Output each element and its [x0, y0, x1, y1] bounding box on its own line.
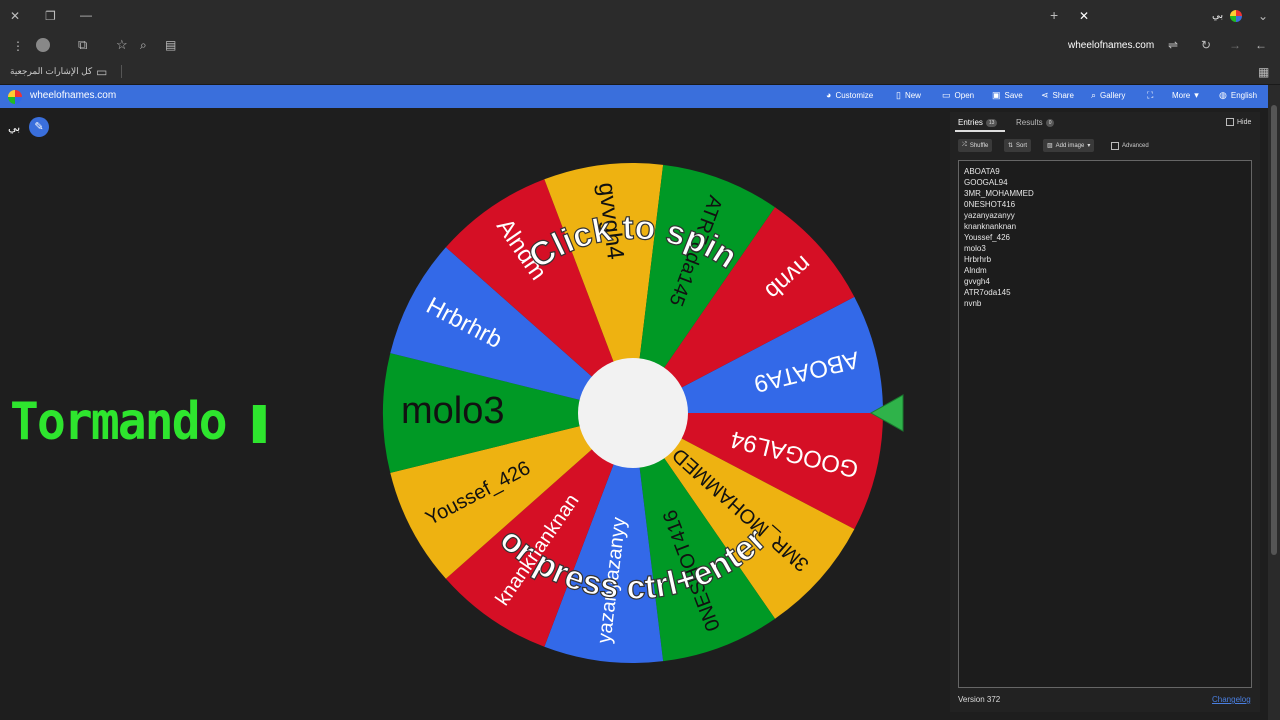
menu-more[interactable]: More ▾ — [1172, 90, 1199, 101]
hide-checkbox[interactable] — [1226, 118, 1234, 126]
hide-toggle[interactable]: Hide — [1226, 118, 1251, 126]
entries-list: ABOATA9 GOOGAL94 3MR_MOHAMMED 0NESHOT416 yaz… — [959, 161, 1251, 309]
tab-entries-underline — [955, 130, 1005, 132]
share-icon: ⋖ — [1041, 90, 1049, 100]
new-tab-icon[interactable]: + — [1050, 8, 1058, 22]
menu-gallery[interactable]: ⌕ Gallery — [1091, 90, 1125, 101]
advanced-toggle[interactable]: Advanced — [1111, 142, 1149, 150]
entry-item: ABOATA9 — [964, 167, 1000, 176]
page-scrollbar[interactable] — [1268, 85, 1280, 720]
browser-toolbar: ⋮ ⧉ ☆ ⌕ ▤ wheelofnames.com ⇌ ↻ → ← — [0, 32, 1280, 60]
wheel-title: بي — [8, 122, 21, 134]
entry-item: Youssef_426 — [964, 233, 1010, 242]
folder-icon: ▭ — [96, 65, 108, 79]
menu-open[interactable]: ▭ Open — [942, 90, 974, 101]
save-icon: ▣ — [992, 90, 1001, 100]
bookmarks-bar: كل الإشارات المرجعية ▭ ▦ — [0, 60, 1280, 85]
sort-button[interactable]: ⇅ Sort — [1004, 139, 1032, 152]
tab-entries[interactable]: Entries 13 — [958, 118, 998, 127]
wheel-of-names[interactable]: ABOATA9GOOGAL943MR_MOHAMMED0NESHOT416yaz… — [350, 160, 930, 670]
entry-item: yazanyazanyy — [964, 211, 1015, 220]
version-label: Version 372 — [958, 695, 1001, 704]
menu-language[interactable]: ◍ English — [1219, 90, 1257, 101]
tab-search-icon[interactable]: ⌄ — [1258, 9, 1268, 23]
forward-icon[interactable]: → — [1229, 38, 1241, 52]
entry-item: nvnb — [964, 299, 982, 308]
menu-share[interactable]: ⋖ Share — [1041, 90, 1074, 101]
globe-icon: ◍ — [1219, 90, 1227, 100]
menu-fullscreen[interactable]: ⛶ — [1147, 90, 1153, 101]
reload-icon[interactable]: ↻ — [1201, 38, 1211, 52]
site-settings-icon[interactable]: ⇌ — [1168, 38, 1178, 52]
translate-icon[interactable]: ▤ — [165, 38, 176, 52]
restore-window-icon[interactable]: ❐ — [45, 9, 56, 23]
image-icon: ▨ — [1047, 143, 1053, 149]
sort-icon: ⇅ — [1008, 143, 1014, 149]
overlay-text: Tormando — [10, 392, 266, 452]
entries-textarea[interactable]: ABOATA9 GOOGAL94 3MR_MOHAMMED 0NESHOT416 yaz… — [958, 160, 1252, 688]
site-name[interactable]: wheelofnames.com — [30, 90, 116, 101]
zoom-icon[interactable]: ⌕ — [140, 38, 147, 52]
advanced-checkbox[interactable] — [1111, 142, 1119, 150]
edit-title-icon[interactable]: ✎ — [29, 117, 49, 137]
entry-item: molo3 — [964, 244, 986, 253]
favicon-icon — [1230, 10, 1242, 22]
dropdown-arrow-icon: ▾ — [1087, 143, 1091, 149]
all-bookmarks-label[interactable]: كل الإشارات المرجعية — [10, 66, 92, 77]
entry-item: GOOGAL94 — [964, 178, 1008, 187]
cursor-block — [252, 405, 266, 443]
site-logo-icon — [8, 90, 22, 104]
wheel-segment-label: molo3 — [401, 390, 505, 432]
star-icon[interactable]: ☆ — [116, 38, 128, 52]
menu-customize[interactable]: ◕ Customize — [826, 90, 873, 100]
entry-item: Hrbrhrb — [964, 255, 992, 264]
wheel-center-hub[interactable] — [578, 358, 688, 468]
scrollbar-thumb[interactable] — [1271, 105, 1277, 555]
extensions-icon[interactable]: ⧉ — [78, 38, 87, 52]
apps-grid-icon[interactable]: ▦ — [1258, 65, 1269, 79]
app-navbar: wheelofnames.com — [0, 85, 1268, 108]
chevron-down-icon: ▾ — [1194, 90, 1199, 100]
minimize-window-icon[interactable]: — — [80, 8, 92, 22]
entry-item: ATR7oda145 — [964, 288, 1011, 297]
entries-count-badge: 13 — [985, 118, 998, 127]
file-icon: ▯ — [896, 90, 901, 100]
shuffle-icon: ⤮ — [962, 142, 967, 148]
folder-open-icon: ▭ — [942, 90, 951, 100]
entry-item: Alndm — [964, 266, 987, 275]
browser-tabstrip: ✕ ❐ — + ✕ بي ⌄ — [0, 0, 1280, 32]
tab-title[interactable]: بي — [1212, 10, 1223, 21]
results-count-badge: 0 — [1045, 118, 1055, 127]
menu-new[interactable]: ▯ New — [896, 90, 921, 101]
add-image-button[interactable]: ▨ Add image ▾ — [1043, 139, 1095, 152]
tab-results[interactable]: Results 0 — [1016, 118, 1055, 127]
entry-item: gvvgh4 — [964, 277, 990, 286]
bookmarks-divider — [121, 65, 122, 78]
close-window-icon[interactable]: ✕ — [10, 9, 20, 23]
search-icon: ⌕ — [1091, 90, 1097, 100]
changelog-link[interactable]: Changelog — [1212, 695, 1251, 704]
back-icon[interactable]: ← — [1255, 38, 1267, 52]
fullscreen-icon: ⛶ — [1147, 90, 1154, 100]
palette-icon: ◕ — [826, 90, 832, 100]
profile-icon[interactable] — [36, 38, 50, 52]
shuffle-button[interactable]: ⤮ Shuffle — [958, 139, 993, 152]
entry-item: 3MR_MOHAMMED — [964, 189, 1034, 198]
entry-item: knanknanknan — [964, 222, 1017, 231]
entry-item: 0NESHOT416 — [964, 200, 1016, 209]
menu-save[interactable]: ▣ Save — [992, 90, 1023, 101]
url-text[interactable]: wheelofnames.com — [1068, 40, 1154, 51]
close-tab-icon[interactable]: ✕ — [1079, 9, 1089, 23]
menu-dots-icon[interactable]: ⋮ — [12, 39, 24, 53]
